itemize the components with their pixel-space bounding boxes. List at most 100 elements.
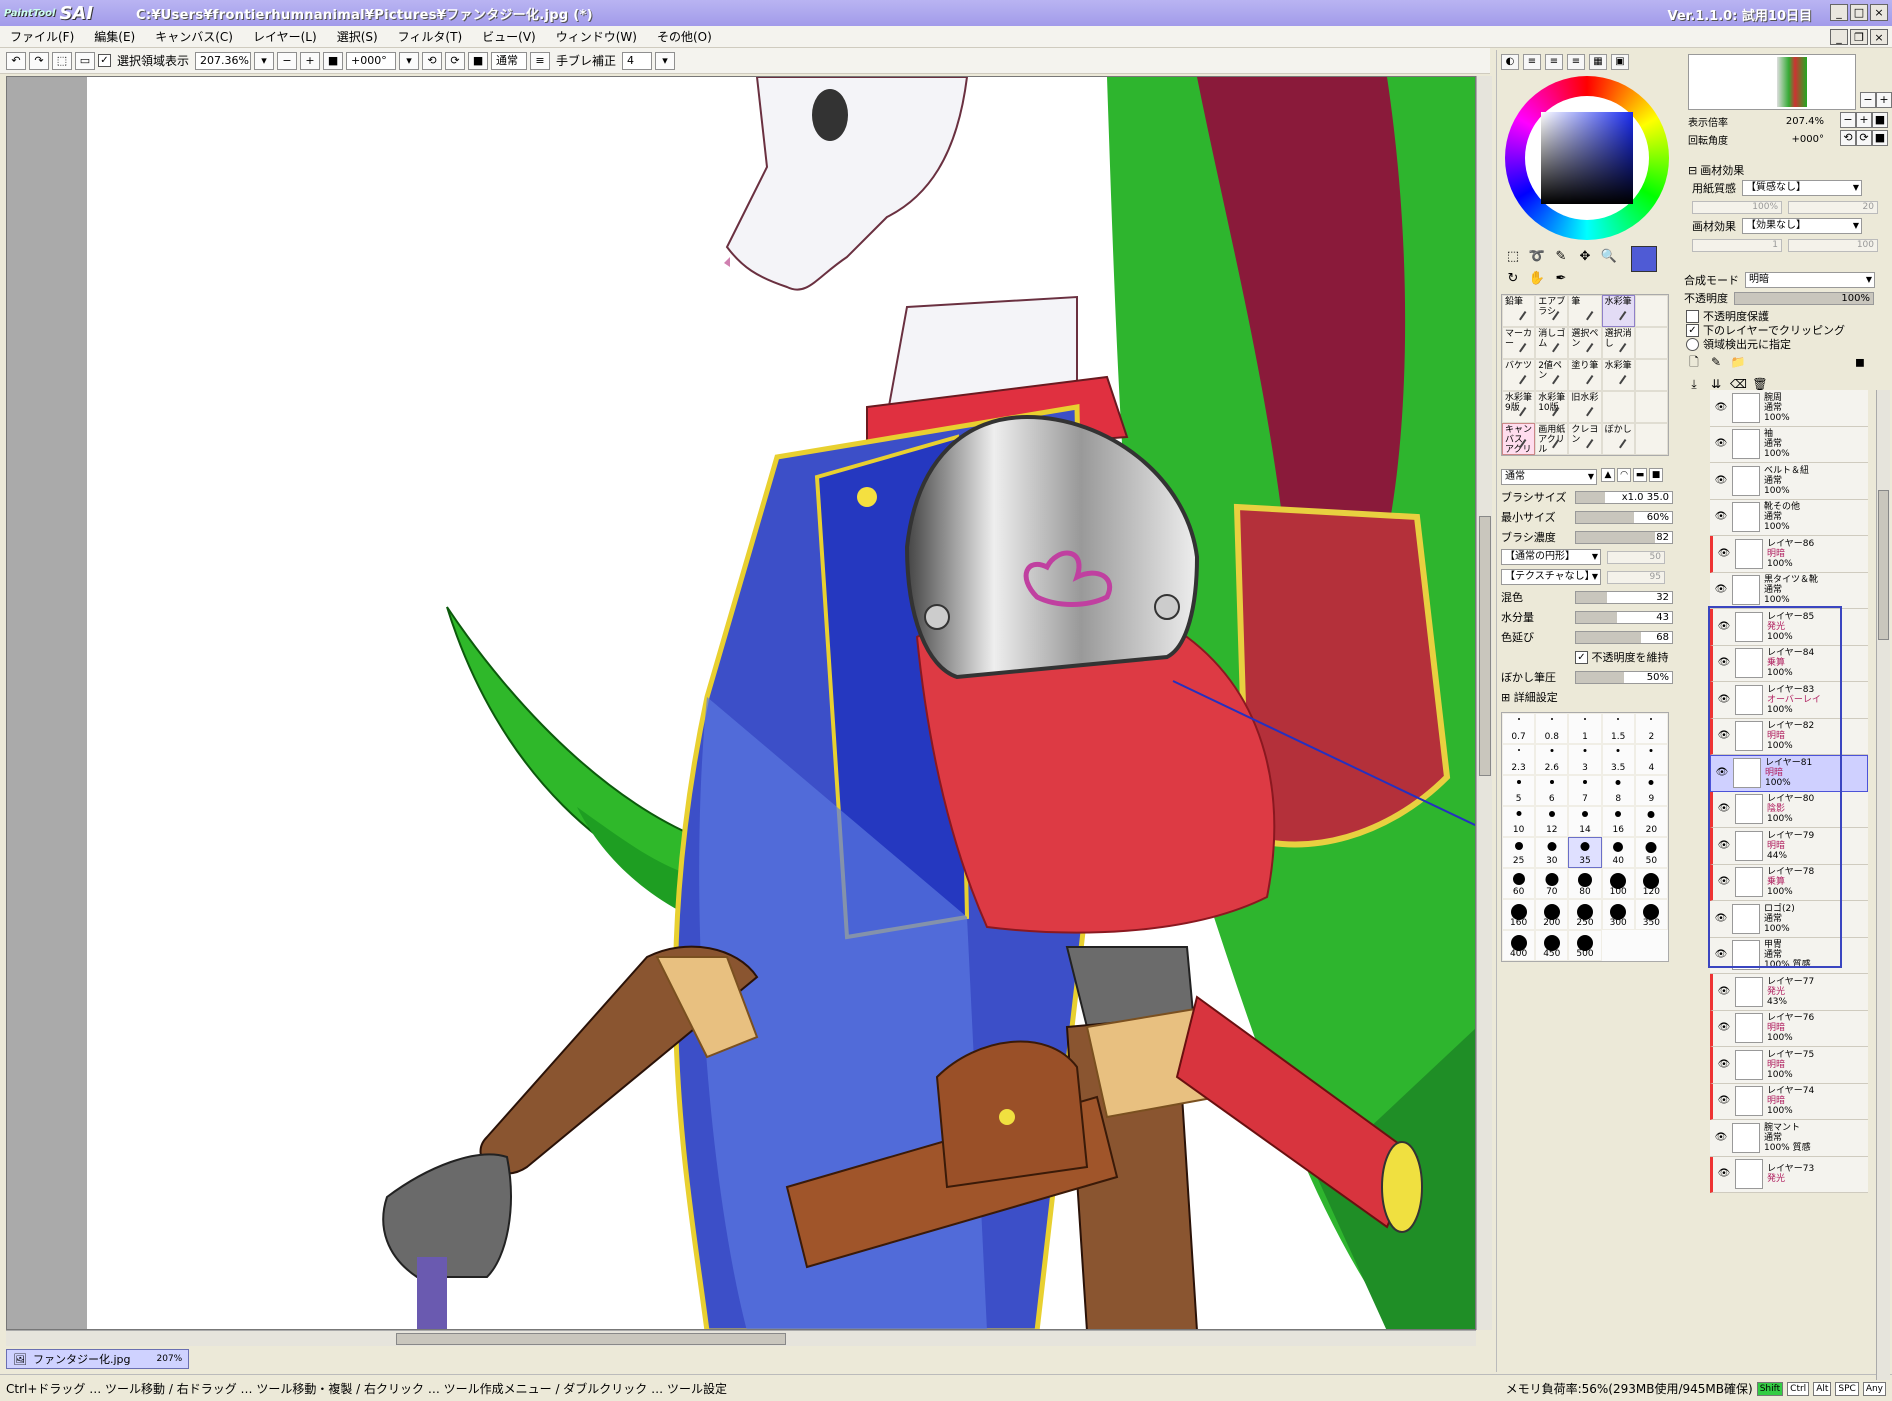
layer-row[interactable]: 👁 ロゴ(2) 通常 100% (1710, 901, 1868, 938)
visibility-eye-icon[interactable]: 👁 (1714, 474, 1728, 488)
tool-slot[interactable]: 水彩筆 (1601, 295, 1635, 327)
brush-size-preset[interactable]: 2.3 (1502, 744, 1536, 775)
layer-row[interactable]: 👁 レイヤー84 乗算 100% (1710, 645, 1868, 682)
layer-row[interactable]: 👁 レイヤー85 発光 100% (1710, 609, 1868, 646)
tool-slot[interactable]: 水彩筆 9版 (1502, 391, 1536, 423)
nav-rotate-reset-button[interactable]: ■ (1872, 130, 1888, 146)
layer-row[interactable]: 👁 レイヤー79 明暗 44% (1710, 828, 1868, 865)
shape-mountain-icon[interactable]: ▲ (1601, 468, 1615, 482)
brush-size-preset[interactable]: 6 (1535, 775, 1569, 806)
brush-size-preset[interactable]: 80 (1568, 868, 1602, 899)
canvas-vertical-scroll-thumb[interactable] (1479, 516, 1491, 776)
brush-size-preset[interactable]: 16 (1601, 806, 1635, 837)
tool-slot[interactable]: 塗り筆 (1568, 359, 1602, 391)
document-tab[interactable]: 🖼 ファンタジー化.jpg 207% (6, 1349, 190, 1369)
blur-pressure-slider[interactable]: 50% (1575, 670, 1673, 684)
density-slider[interactable]: 82 (1575, 530, 1673, 544)
shape-dome-icon[interactable]: ◠ (1617, 468, 1631, 482)
brush-size-slider[interactable]: x1.0 35.0 (1575, 490, 1673, 504)
nav-zoom-plus-button[interactable]: + (1856, 112, 1872, 128)
scratchpad-tab[interactable]: ▣ (1611, 54, 1629, 70)
brush-size-preset[interactable]: 50 (1634, 837, 1668, 868)
hsv-slider-tab[interactable]: ≡ (1545, 54, 1563, 70)
tool-slot[interactable] (1634, 359, 1668, 391)
layer-row[interactable]: 👁 袖通常 100% (1710, 426, 1868, 463)
visibility-eye-icon[interactable]: 👁 (1717, 1021, 1731, 1035)
invert-selection-button[interactable]: ▭ (75, 51, 95, 70)
menu-filter[interactable]: フィルタ(T) (388, 28, 472, 45)
opacity-slider[interactable]: 100% (1734, 291, 1874, 305)
tool-slot[interactable] (1634, 391, 1668, 423)
tool-slot[interactable]: 2値ペン (1535, 359, 1569, 391)
zoom-icon[interactable]: 🔍 (1599, 248, 1619, 266)
maximize-button[interactable]: □ (1850, 4, 1868, 21)
swatches-tab[interactable]: ▦ (1589, 54, 1607, 70)
tool-slot[interactable] (1634, 423, 1668, 455)
menu-edit[interactable]: 編集(E) (84, 28, 145, 45)
brush-size-preset[interactable]: 12 (1535, 806, 1569, 837)
visibility-eye-icon[interactable]: 👁 (1717, 839, 1731, 853)
tool-slot[interactable]: キャンバス アクリル (1502, 423, 1536, 455)
navigator-zoom-value[interactable]: 207.4% (1786, 116, 1824, 127)
detail-settings-label[interactable]: 詳細設定 (1514, 689, 1558, 705)
stabilizer-dropdown-button[interactable]: ▾ (655, 51, 676, 70)
paper-texture-dropdown[interactable]: 【質感なし】 (1742, 180, 1862, 196)
layer-row[interactable]: 👁 レイヤー74 明暗 100% (1710, 1083, 1868, 1120)
effect-width-field[interactable]: 1 (1692, 239, 1782, 252)
zoom-dropdown-button[interactable]: ▾ (254, 51, 275, 70)
paper-strength-field[interactable]: 20 (1788, 201, 1878, 214)
brush-size-preset[interactable]: 35 (1568, 837, 1602, 868)
brush-size-preset[interactable]: 8 (1601, 775, 1635, 806)
brush-size-preset[interactable]: 0.8 (1535, 713, 1569, 744)
keep-opacity-checkbox[interactable]: ✓ (1575, 650, 1588, 664)
nav-zoom-reset-button[interactable]: ■ (1872, 112, 1888, 128)
layer-list-scrollbar[interactable] (1876, 390, 1890, 1380)
layer-mask-icon[interactable]: ◼ (1852, 354, 1868, 370)
brush-size-preset[interactable]: 350 (1634, 899, 1668, 930)
redo-button[interactable]: ↷ (29, 51, 49, 70)
brush-size-preset[interactable]: 400 (1502, 930, 1536, 961)
visibility-eye-icon[interactable]: 👁 (1715, 766, 1729, 780)
deselect-button[interactable]: ⬚ (52, 51, 72, 70)
effect-strength-field[interactable]: 100 (1788, 239, 1878, 252)
layer-row[interactable]: 👁 レイヤー81 明暗 100% (1710, 755, 1868, 792)
tool-slot[interactable]: クレヨン (1568, 423, 1602, 455)
tool-slot[interactable]: ぼかし (1601, 423, 1635, 455)
layer-row[interactable]: 👁 レイヤー86 明暗 100% (1710, 536, 1868, 573)
brush-size-preset[interactable]: 3 (1568, 744, 1602, 775)
visibility-eye-icon[interactable]: 👁 (1717, 1058, 1731, 1072)
material-effect-dropdown[interactable]: 【効果なし】 (1742, 218, 1862, 234)
magic-wand-icon[interactable]: ✎ (1551, 248, 1571, 266)
layer-row[interactable]: 👁 腕周 通常 100% (1710, 390, 1868, 427)
canvas-artwork[interactable] (87, 77, 1475, 1329)
canvas-horizontal-scrollbar[interactable] (6, 1330, 1476, 1346)
gradient-tab[interactable]: ≡ (1567, 54, 1585, 70)
protect-opacity-checkbox[interactable] (1686, 309, 1699, 323)
collapse-icon[interactable]: ⊟ (1688, 164, 1697, 177)
layer-scroll-thumb[interactable] (1878, 490, 1889, 640)
rotate-right-button[interactable]: ⟳ (445, 51, 466, 70)
brush-size-preset[interactable]: 70 (1535, 868, 1569, 899)
menu-window[interactable]: ウィンドウ(W) (546, 28, 647, 45)
visibility-eye-icon[interactable]: 👁 (1717, 547, 1731, 561)
selection-display-checkbox[interactable]: ✓ (98, 54, 111, 67)
layer-row[interactable]: 👁 甲冑 通常 100% 質感 (1710, 937, 1868, 974)
visibility-eye-icon[interactable]: 👁 (1714, 912, 1728, 926)
new-layer-icon[interactable]: 🗋 (1686, 354, 1702, 370)
brush-size-preset[interactable]: 1 (1568, 713, 1602, 744)
layer-row[interactable]: 👁 靴その他 通常 100% (1710, 499, 1868, 536)
layer-row[interactable]: 👁 レイヤー73 発光 (1710, 1156, 1868, 1193)
saturation-value-square[interactable] (1541, 112, 1633, 204)
tool-slot[interactable] (1634, 327, 1668, 359)
tool-slot[interactable]: マーカー (1502, 327, 1536, 359)
brush-size-preset[interactable]: 40 (1601, 837, 1635, 868)
menu-other[interactable]: その他(O) (647, 28, 722, 45)
detail-expand-icon[interactable]: ⊞ (1501, 691, 1510, 704)
navigator-angle-value[interactable]: +000° (1792, 134, 1824, 145)
layer-row[interactable]: 👁 レイヤー78 乗算 100% (1710, 864, 1868, 901)
doc-minimize-button[interactable]: _ (1830, 29, 1848, 45)
visibility-eye-icon[interactable]: 👁 (1717, 802, 1731, 816)
blend-mode-dropdown[interactable]: 明暗 (1745, 272, 1875, 288)
minimize-button[interactable]: _ (1830, 4, 1848, 21)
shape-square-icon[interactable]: ■ (1649, 468, 1663, 482)
